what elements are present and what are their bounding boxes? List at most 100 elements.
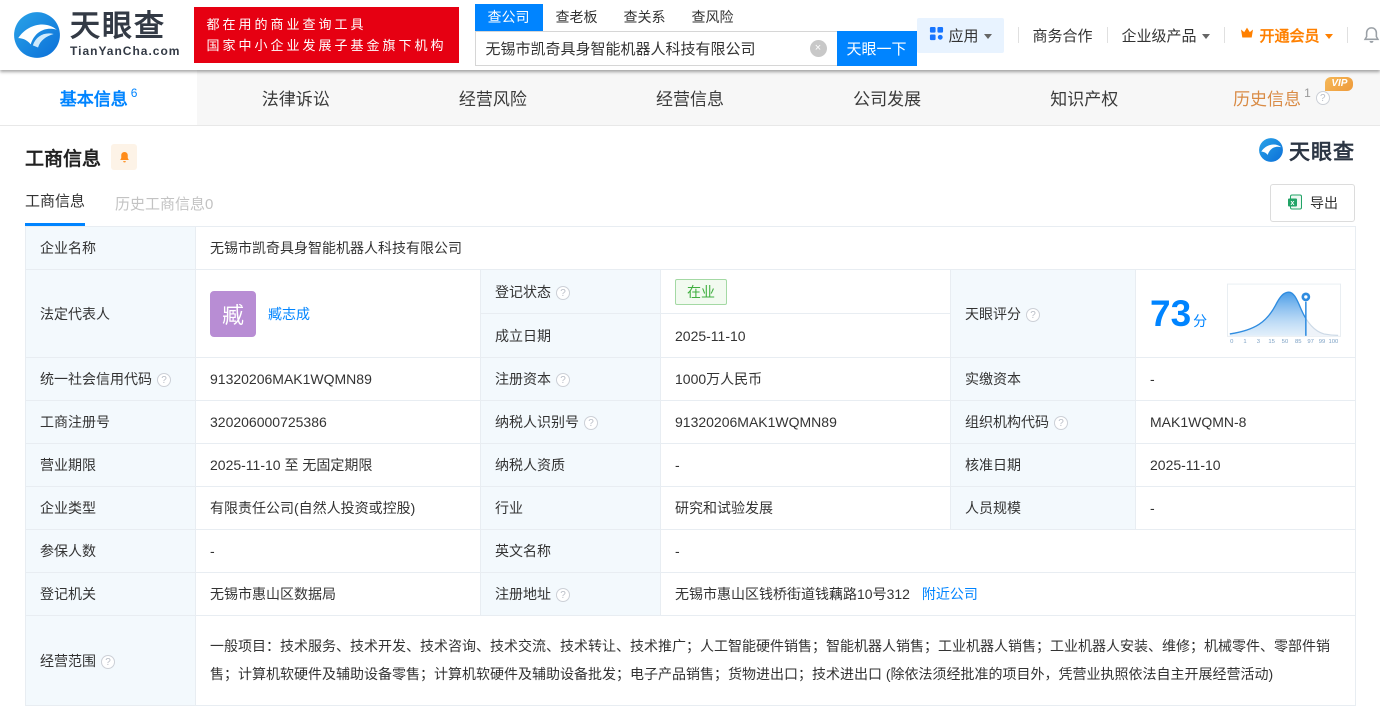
field-label: 人员规模 [950, 486, 1136, 530]
help-icon[interactable]: ? [556, 285, 570, 300]
slogan-line1: 都在用的商业查询工具 [206, 16, 367, 32]
table-row: 参保人数 - 英文名称 - [25, 529, 1357, 573]
industry-value: 研究和试验发展 [660, 486, 951, 530]
field-label: 组织机构代码? [950, 400, 1136, 444]
tianyancha-logo[interactable]: 天眼查 TianYanCha.com [12, 10, 180, 60]
field-label: 实缴资本 [950, 357, 1136, 401]
svg-text:85: 85 [1295, 338, 1302, 344]
svg-text:97: 97 [1307, 338, 1314, 344]
export-button[interactable]: x 导出 [1270, 184, 1355, 222]
table-row: 统一社会信用代码? 91320206MAK1WQMN89 注册资本? 1000万… [25, 357, 1357, 401]
nav-apps[interactable]: 应用 [916, 17, 1004, 53]
legal-rep-link[interactable]: 臧志成 [268, 304, 310, 324]
svg-text:1: 1 [1243, 338, 1246, 344]
help-icon[interactable]: ? [1315, 90, 1330, 105]
top-header: 天眼查 TianYanCha.com 都在用的商业查询工具 国家中小企业发展子基… [0, 0, 1380, 70]
clear-search-icon[interactable]: × [809, 40, 827, 57]
establish-date-value: 2025-11-10 [660, 313, 951, 358]
tab-history-info[interactable]: VIP 历史信息 1 ? [1183, 70, 1380, 125]
table-row: 登记机关 无锡市惠山区数据局 注册地址? 无锡市惠山区钱桥街道钱藕路10号312… [25, 572, 1357, 616]
notification-bell-icon[interactable] [1362, 26, 1380, 45]
subtab-history-business-info[interactable]: 历史工商信息0 [115, 193, 213, 226]
help-icon[interactable]: ? [556, 588, 570, 602]
nav-enterprise-products[interactable]: 企业级产品 [1122, 25, 1210, 46]
nav-divider [1223, 27, 1225, 43]
subtab-business-info[interactable]: 工商信息 [25, 190, 86, 226]
reg-number-value: 320206000725386 [195, 400, 481, 444]
avatar[interactable]: 臧 [210, 290, 256, 337]
field-label: 法定代表人 [25, 269, 196, 358]
help-icon[interactable]: ? [584, 416, 598, 430]
table-row: 企业名称 无锡市凯奇具身智能机器人科技有限公司 [25, 226, 1357, 270]
tab-company-development[interactable]: 公司发展 [789, 70, 986, 125]
table-row: 法定代表人 臧 臧志成 登记状态? 在业 天眼评分? 73 分 0 1 3 15… [25, 269, 1357, 358]
nav-divider [1106, 27, 1108, 43]
search-input[interactable] [474, 31, 837, 66]
nav-open-vip[interactable]: 开通会员 [1239, 25, 1333, 46]
svg-text:100: 100 [1329, 338, 1340, 344]
search-tab-boss[interactable]: 查老板 [543, 4, 611, 31]
excel-icon: x [1287, 194, 1303, 213]
help-icon[interactable]: ? [157, 373, 171, 387]
watermark-logo: 天眼查 [1258, 136, 1355, 166]
help-icon[interactable]: ? [101, 654, 115, 669]
taxpayer-quality-value: - [660, 443, 951, 487]
apps-grid-icon [929, 26, 944, 45]
field-label: 纳税人资质 [480, 443, 661, 487]
search-button[interactable]: 天眼一下 [836, 31, 917, 66]
subscribe-bell-icon[interactable] [111, 144, 138, 170]
taxpayer-id-value: 91320206MAK1WQMN89 [660, 400, 951, 444]
field-label: 营业期限 [25, 443, 196, 487]
field-label: 企业类型 [25, 486, 196, 530]
field-label: 参保人数 [25, 529, 196, 573]
slogan-badge: 都在用的商业查询工具 国家中小企业发展子基金旗下机构 [194, 6, 459, 64]
nearby-companies-link[interactable]: 附近公司 [922, 586, 978, 602]
reg-address-value: 无锡市惠山区钱桥街道钱藕路10号312 附近公司 [659, 572, 1357, 616]
field-label: 企业名称 [25, 226, 196, 270]
approval-date-value: 2025-11-10 [1134, 443, 1357, 487]
search-tab-company[interactable]: 查公司 [474, 4, 543, 31]
section-title: 工商信息 [25, 148, 102, 170]
search-tab-relation[interactable]: 查关系 [611, 4, 679, 31]
chevron-down-icon [983, 33, 992, 39]
table-row: 经营范围? 一般项目：技术服务、技术开发、技术咨询、技术交流、技术转让、技术推广… [25, 615, 1357, 706]
help-icon[interactable]: ? [1026, 307, 1040, 322]
reg-capital-value: 1000万人民币 [660, 357, 951, 401]
field-label: 行业 [480, 486, 661, 530]
org-code-value: MAK1WQMN-8 [1134, 400, 1357, 444]
score-value: 73 [1150, 293, 1192, 334]
english-name-value: - [659, 529, 1357, 573]
field-label: 英文名称 [480, 529, 661, 573]
search-area: 查公司 查老板 查关系 查风险 × 天眼一下 [474, 4, 917, 66]
field-label: 统一社会信用代码? [25, 357, 196, 401]
help-icon[interactable]: ? [556, 373, 570, 387]
status-badge: 在业 [675, 278, 727, 305]
tab-intellectual-property[interactable]: 知识产权 [986, 70, 1183, 125]
tab-operation-info[interactable]: 经营信息 [591, 70, 788, 125]
reg-status-value: 在业 [660, 269, 951, 314]
score-unit: 分 [1193, 313, 1208, 329]
help-icon[interactable]: ? [1054, 416, 1068, 430]
field-label: 登记状态? [480, 269, 661, 314]
svg-text:x: x [1291, 200, 1295, 207]
business-info-section: 工商信息 天眼查 工商信息 历史工商信息0 x 导出 企业名称 无锡市凯奇具身智… [0, 126, 1380, 706]
reg-authority-value: 无锡市惠山区数据局 [195, 572, 481, 616]
score-distribution-chart: 0 1 3 15 50 85 97 99 100 [1227, 283, 1342, 344]
search-tab-risk[interactable]: 查风险 [679, 4, 747, 31]
svg-text:99: 99 [1319, 338, 1326, 344]
business-term-value: 2025-11-10 至 无固定期限 [195, 443, 481, 487]
company-type-value: 有限责任公司(自然人投资或控股) [195, 486, 481, 530]
search-tabs: 查公司 查老板 查关系 查风险 [474, 4, 917, 31]
tab-basic-info[interactable]: 基本信息 6 [0, 70, 198, 125]
tianyancha-logo-icon [12, 10, 62, 60]
nav-business-cooperation[interactable]: 商务合作 [1033, 25, 1093, 46]
tab-operation-risk[interactable]: 经营风险 [394, 70, 591, 125]
field-label: 注册资本? [480, 357, 661, 401]
field-label: 工商注册号 [25, 400, 196, 444]
brand-name: 天眼查 [70, 10, 166, 43]
svg-text:3: 3 [1257, 338, 1261, 344]
field-label: 经营范围? [25, 615, 196, 706]
tab-legal-litigation[interactable]: 法律诉讼 [197, 70, 394, 125]
table-row: 企业类型 有限责任公司(自然人投资或控股) 行业 研究和试验发展 人员规模 - [25, 486, 1357, 530]
subtabs-row: 工商信息 历史工商信息0 x 导出 [25, 184, 1355, 226]
